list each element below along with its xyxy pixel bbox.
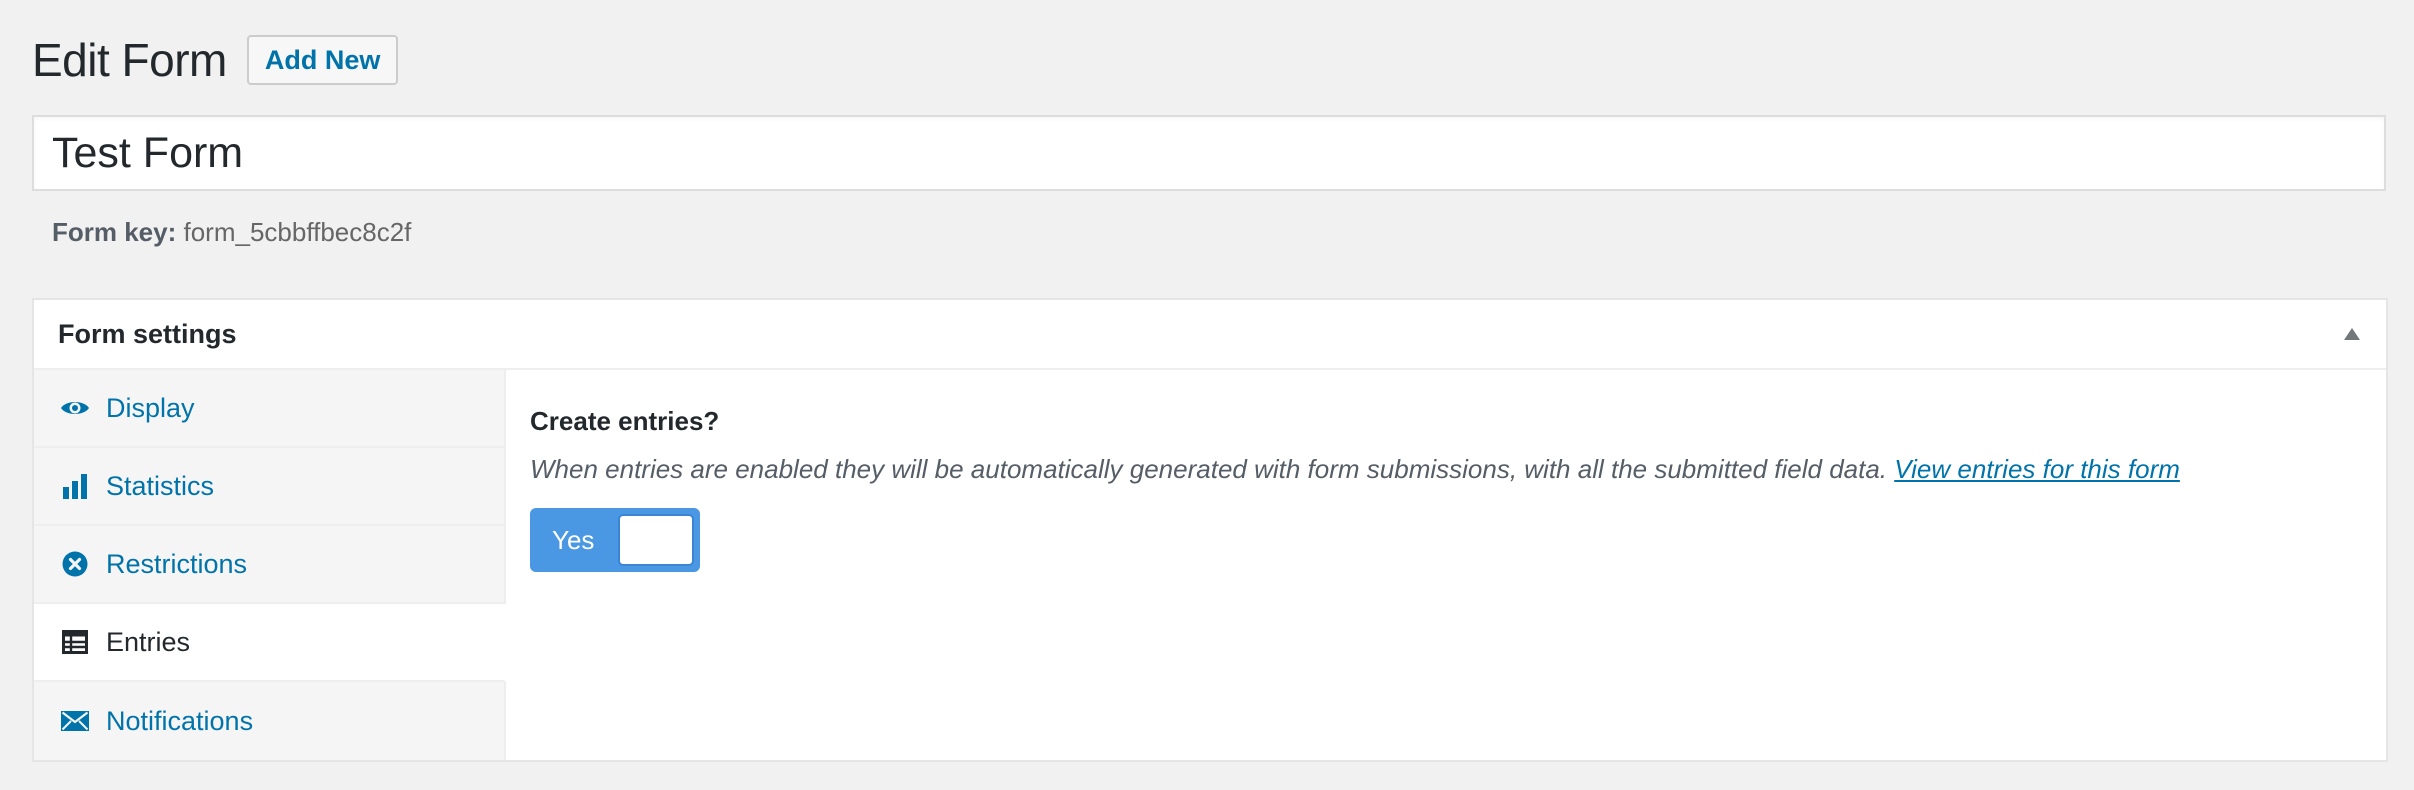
settings-tabs: Display Statistics Restrictions Entries …: [34, 370, 506, 760]
form-settings-body: Display Statistics Restrictions Entries …: [34, 370, 2386, 760]
page-title: Edit Form: [32, 34, 227, 86]
tab-entries[interactable]: Entries: [34, 604, 506, 682]
tab-notifications[interactable]: Notifications: [34, 682, 504, 760]
create-entries-toggle[interactable]: Yes: [530, 508, 700, 572]
description-text: When entries are enabled they will be au…: [530, 454, 1888, 484]
form-settings-box: Form settings Display Statistics Restric…: [32, 298, 2388, 762]
tab-label: Restrictions: [106, 548, 248, 579]
tab-label: Display: [106, 392, 195, 423]
create-entries-heading: Create entries?: [530, 406, 720, 436]
form-key-value: form_5cbbffbec8c2f: [183, 217, 412, 247]
tab-label: Entries: [106, 626, 191, 657]
tab-statistics[interactable]: Statistics: [34, 448, 504, 526]
tab-display[interactable]: Display: [34, 370, 504, 448]
tab-label: Notifications: [106, 705, 254, 736]
view-entries-link[interactable]: View entries for this form: [1894, 454, 2180, 484]
toggle-label: Yes: [552, 524, 595, 555]
form-key: Form key: form_5cbbffbec8c2f: [52, 216, 411, 248]
page-header: Edit Form Add New: [32, 32, 399, 88]
collapse-arrow-icon[interactable]: [2344, 328, 2360, 340]
form-title-input[interactable]: Test Form: [32, 115, 2386, 191]
form-key-label: Form key:: [52, 217, 177, 247]
tab-label: Statistics: [106, 470, 215, 501]
toggle-knob[interactable]: [618, 514, 694, 566]
envelope-icon: [60, 707, 90, 735]
form-settings-title: Form settings: [58, 318, 237, 349]
eye-icon: [60, 394, 90, 422]
circle-x-icon: [60, 550, 90, 578]
tab-restrictions[interactable]: Restrictions: [34, 526, 504, 604]
bar-chart-icon: [60, 472, 90, 500]
form-settings-header[interactable]: Form settings: [34, 300, 2386, 370]
add-new-button[interactable]: Add New: [246, 35, 399, 85]
table-icon: [60, 628, 90, 656]
create-entries-description: When entries are enabled they will be au…: [530, 452, 2362, 486]
entries-panel: Create entries? When entries are enabled…: [506, 370, 2386, 760]
